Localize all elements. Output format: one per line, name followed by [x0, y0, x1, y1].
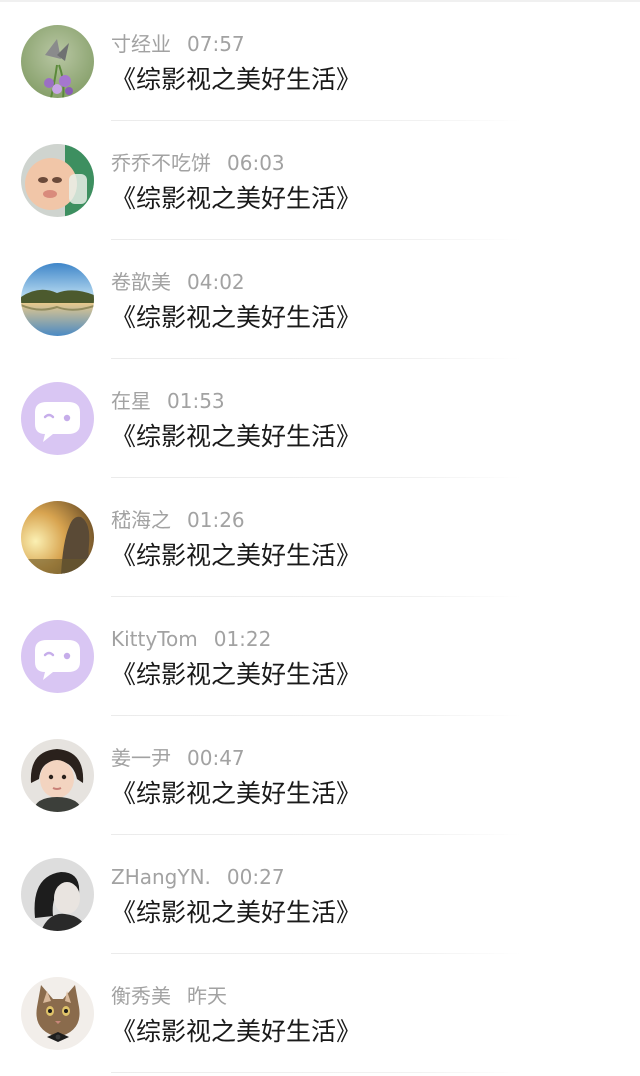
message-time: 01:22 — [213, 627, 272, 651]
message-text: 《综影视之美好生活》 — [111, 422, 362, 451]
message-text: 《综影视之美好生活》 — [111, 303, 362, 332]
butterfly-avatar-icon — [21, 25, 94, 98]
kitten-avatar-icon — [21, 977, 94, 1050]
message-meta: 衡秀美 昨天 — [111, 982, 227, 1010]
message-time: 04:02 — [187, 270, 245, 294]
message-time: 昨天 — [187, 984, 227, 1008]
message-text: 《综影视之美好生活》 — [111, 541, 362, 570]
message-time: 00:47 — [187, 746, 245, 770]
avatar[interactable] — [21, 263, 94, 336]
avatar[interactable] — [21, 858, 94, 931]
avatar[interactable] — [21, 501, 94, 574]
avatar[interactable] — [21, 144, 94, 217]
sender-name[interactable]: 姜一尹 — [111, 746, 171, 770]
sender-name[interactable]: 嵇海之 — [111, 508, 171, 532]
message-time: 07:57 — [187, 32, 245, 56]
sender-name[interactable]: 卷歆美 — [111, 270, 171, 294]
sender-name[interactable]: ZHangYN. — [111, 865, 211, 889]
message-time: 01:53 — [167, 389, 225, 413]
message-meta: 乔乔不吃饼 06:03 — [111, 149, 285, 177]
message-meta: 卷歆美 04:02 — [111, 268, 245, 296]
message-item[interactable]: 卷歆美 04:02 《综影视之美好生活》 — [0, 240, 640, 359]
message-meta: 在星 01:53 — [111, 387, 225, 415]
sender-name[interactable]: 衡秀美 — [111, 984, 171, 1008]
message-item[interactable]: 姜一尹 00:47 《综影视之美好生活》 — [0, 716, 640, 835]
message-meta: 嵇海之 01:26 — [111, 506, 245, 534]
message-item[interactable]: 嵇海之 01:26 《综影视之美好生活》 — [0, 478, 640, 597]
message-item[interactable]: KittyTom 01:22 《综影视之美好生活》 — [0, 597, 640, 716]
message-text: 《综影视之美好生活》 — [111, 660, 362, 689]
message-meta: 姜一尹 00:47 — [111, 744, 245, 772]
message-text: 《综影视之美好生活》 — [111, 65, 362, 94]
divider — [111, 1072, 521, 1073]
avatar[interactable] — [21, 382, 94, 455]
message-text: 《综影视之美好生活》 — [111, 184, 362, 213]
message-text: 《综影视之美好生活》 — [111, 1017, 362, 1046]
lake-landscape-avatar-icon — [21, 263, 94, 336]
message-time: 06:03 — [227, 151, 285, 175]
message-meta: KittyTom 01:22 — [111, 625, 271, 653]
avatar[interactable] — [21, 620, 94, 693]
message-meta: 寸经业 07:57 — [111, 30, 245, 58]
default-chat-bubble-icon — [21, 620, 94, 693]
sunset-person-avatar-icon — [21, 501, 94, 574]
message-item[interactable]: 在星 01:53 《综影视之美好生活》 — [0, 359, 640, 478]
sender-name[interactable]: 乔乔不吃饼 — [111, 151, 211, 175]
avatar[interactable] — [21, 25, 94, 98]
woman-portrait-avatar-icon — [21, 858, 94, 931]
message-item[interactable]: 寸经业 07:57 《综影视之美好生活》 — [0, 2, 640, 121]
sender-name[interactable]: KittyTom — [111, 627, 198, 651]
avatar[interactable] — [21, 739, 94, 812]
message-list: 寸经业 07:57 《综影视之美好生活》 乔乔不吃饼 06:03 《综影视之美好生活… — [0, 2, 640, 1073]
avatar[interactable] — [21, 977, 94, 1050]
default-chat-bubble-icon — [21, 382, 94, 455]
message-time: 00:27 — [226, 865, 285, 889]
message-item[interactable]: ZHangYN. 00:27 《综影视之美好生活》 — [0, 835, 640, 954]
baby-avatar-icon — [21, 144, 94, 217]
message-item[interactable]: 乔乔不吃饼 06:03 《综影视之美好生活》 — [0, 121, 640, 240]
message-text: 《综影视之美好生活》 — [111, 898, 362, 927]
sender-name[interactable]: 在星 — [111, 389, 151, 413]
child-portrait-avatar-icon — [21, 739, 94, 812]
message-time: 01:26 — [187, 508, 245, 532]
message-item[interactable]: 衡秀美 昨天 《综影视之美好生活》 — [0, 954, 640, 1073]
sender-name[interactable]: 寸经业 — [111, 32, 171, 56]
message-meta: ZHangYN. 00:27 — [111, 863, 285, 891]
message-text: 《综影视之美好生活》 — [111, 779, 362, 808]
